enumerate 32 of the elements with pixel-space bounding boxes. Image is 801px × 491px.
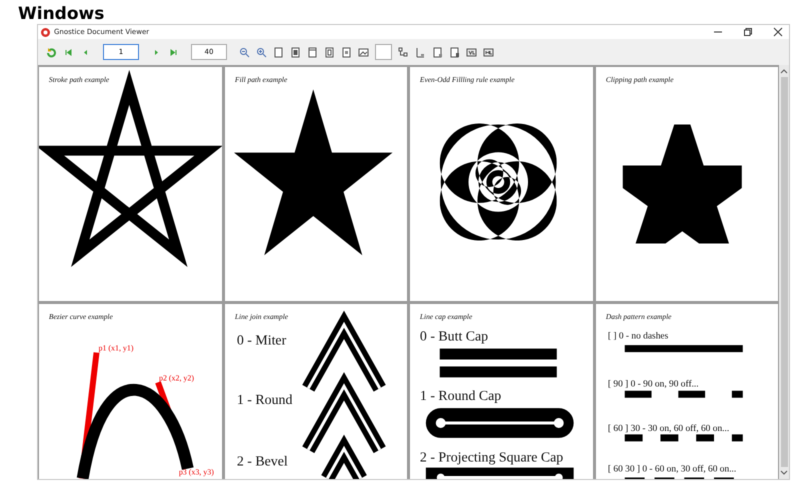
last-page-icon[interactable] bbox=[168, 46, 179, 58]
restore-icon[interactable] bbox=[743, 27, 753, 37]
join-label: 0 - Miter bbox=[236, 334, 286, 349]
fit-page-icon[interactable] bbox=[290, 46, 301, 58]
scroll-thumb[interactable] bbox=[780, 77, 788, 467]
cap-label: 1 - Round Cap bbox=[420, 389, 502, 404]
page-icon[interactable] bbox=[307, 46, 318, 58]
close-icon[interactable] bbox=[773, 27, 783, 37]
page-icon[interactable] bbox=[273, 46, 284, 58]
text-field[interactable] bbox=[375, 44, 392, 60]
zoom-in-icon[interactable] bbox=[256, 46, 267, 58]
zoom-out-icon[interactable] bbox=[239, 46, 250, 58]
point-label: p3 (x3, y3) bbox=[178, 468, 214, 477]
first-page-icon[interactable] bbox=[63, 46, 74, 58]
scroll-down-icon[interactable] bbox=[780, 470, 788, 476]
scrollbar[interactable] bbox=[779, 65, 789, 479]
thumbnail-icon[interactable] bbox=[358, 46, 369, 58]
dash-label: [ ] 0 - no dashes bbox=[607, 332, 668, 342]
join-label: 1 - Round bbox=[236, 393, 292, 408]
app-icon bbox=[41, 28, 50, 36]
join-label: 2 - Bevel bbox=[236, 454, 288, 470]
scroll-up-icon[interactable] bbox=[780, 68, 788, 74]
point-label: p1 (x1, y1) bbox=[98, 344, 134, 353]
dash-label: [ 60 ] 30 - 30 on, 60 off, 60 on... bbox=[607, 424, 729, 434]
layout-icon[interactable] bbox=[398, 46, 409, 58]
heading: Windows bbox=[17, 3, 104, 24]
refresh-icon[interactable] bbox=[46, 46, 57, 58]
cap-label: 0 - Butt Cap bbox=[420, 330, 488, 345]
cap-label: 2 - Projecting Square Cap bbox=[420, 450, 564, 466]
point-label: p2 (x2, y2) bbox=[159, 373, 194, 382]
dash-label: [ 90 ] 0 - 90 on, 90 off... bbox=[607, 379, 698, 390]
dash-label: [ 60 30 ] 0 - 60 on, 30 off, 60 on... bbox=[607, 464, 736, 475]
